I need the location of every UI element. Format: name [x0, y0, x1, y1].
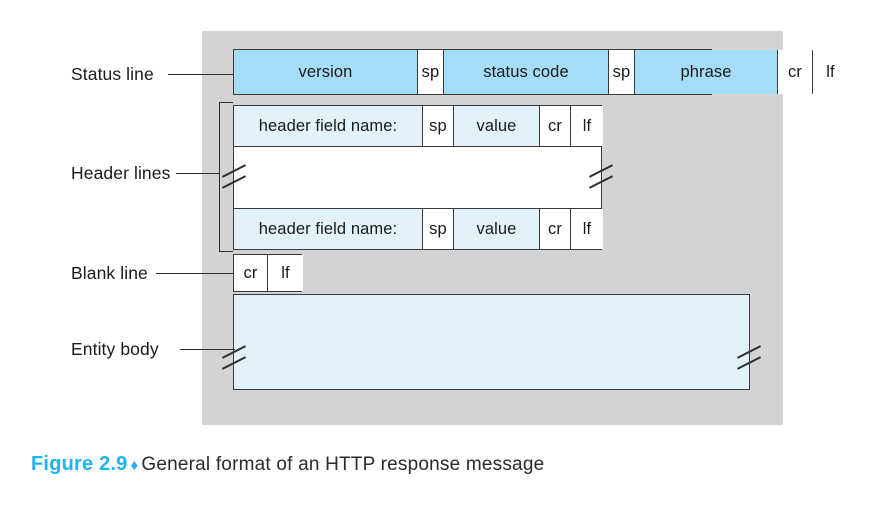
- message-cell: lf: [571, 106, 603, 146]
- figure-number: Figure 2.9: [31, 453, 128, 475]
- header-lines-continuation-gap: [221, 147, 614, 208]
- message-cell: cr: [778, 50, 813, 94]
- message-cell: cr: [234, 255, 268, 291]
- label-header-lines: Header lines: [71, 163, 171, 183]
- leader-line-header-lines: [176, 173, 219, 174]
- message-cell: sp: [423, 106, 454, 146]
- figure-http-response-format: version sp status code sp phrase cr lf header …: [0, 0, 884, 506]
- message-cell: header field name:: [234, 106, 423, 146]
- message-cell: lf: [813, 50, 848, 94]
- blank-line-row: cr lf: [233, 254, 303, 292]
- figure-caption: Figure 2.9 ♦ General format of an HTTP res…: [31, 453, 544, 476]
- message-cell: lf: [268, 255, 303, 291]
- message-cell: phrase: [635, 50, 778, 94]
- message-cell: header field name:: [234, 209, 423, 249]
- label-blank-line: Blank line: [71, 263, 148, 283]
- header-lines-bracket: [219, 102, 233, 252]
- message-cell: cr: [540, 106, 571, 146]
- message-cell: sp: [609, 50, 635, 94]
- message-cell: cr: [540, 209, 571, 249]
- figure-caption-text: General format of an HTTP response messa…: [141, 454, 545, 475]
- header-line-first-row: header field name: sp value cr lf: [233, 105, 603, 147]
- message-cell: sp: [423, 209, 454, 249]
- message-cell: status code: [444, 50, 609, 94]
- leader-line-entity-body: [180, 349, 235, 350]
- message-cell: value: [454, 106, 540, 146]
- diamond-icon: ♦: [130, 457, 139, 474]
- entity-body-box: [221, 294, 762, 390]
- message-cell: version: [234, 50, 418, 94]
- label-status-line: Status line: [71, 64, 154, 84]
- message-cell: sp: [418, 50, 444, 94]
- leader-line-status-line: [168, 74, 234, 75]
- message-cell: value: [454, 209, 540, 249]
- message-cell: lf: [571, 209, 603, 249]
- header-line-last-row: header field name: sp value cr lf: [233, 208, 603, 250]
- status-line-row: version sp status code sp phrase cr lf: [233, 49, 848, 95]
- label-entity-body: Entity body: [71, 339, 159, 359]
- leader-line-blank-line: [156, 273, 234, 274]
